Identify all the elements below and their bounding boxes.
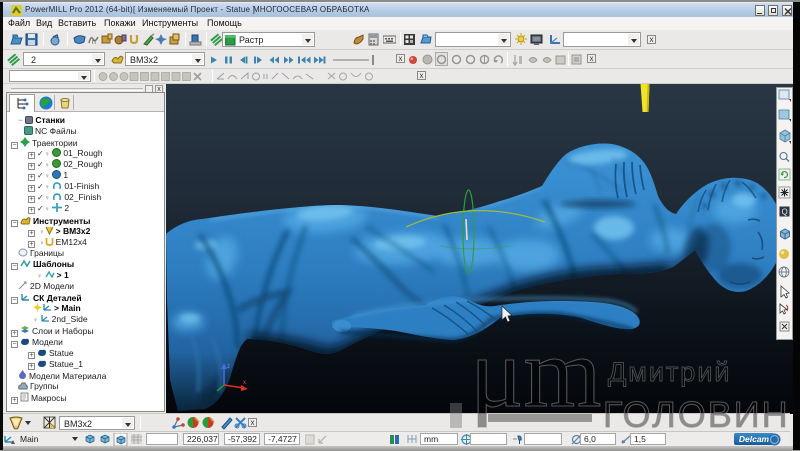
svg-text:x: x [243, 380, 246, 386]
svg-text:z: z [227, 364, 230, 370]
svg-text:n: n [92, 39, 96, 46]
svg-text:Q: Q [782, 208, 788, 217]
